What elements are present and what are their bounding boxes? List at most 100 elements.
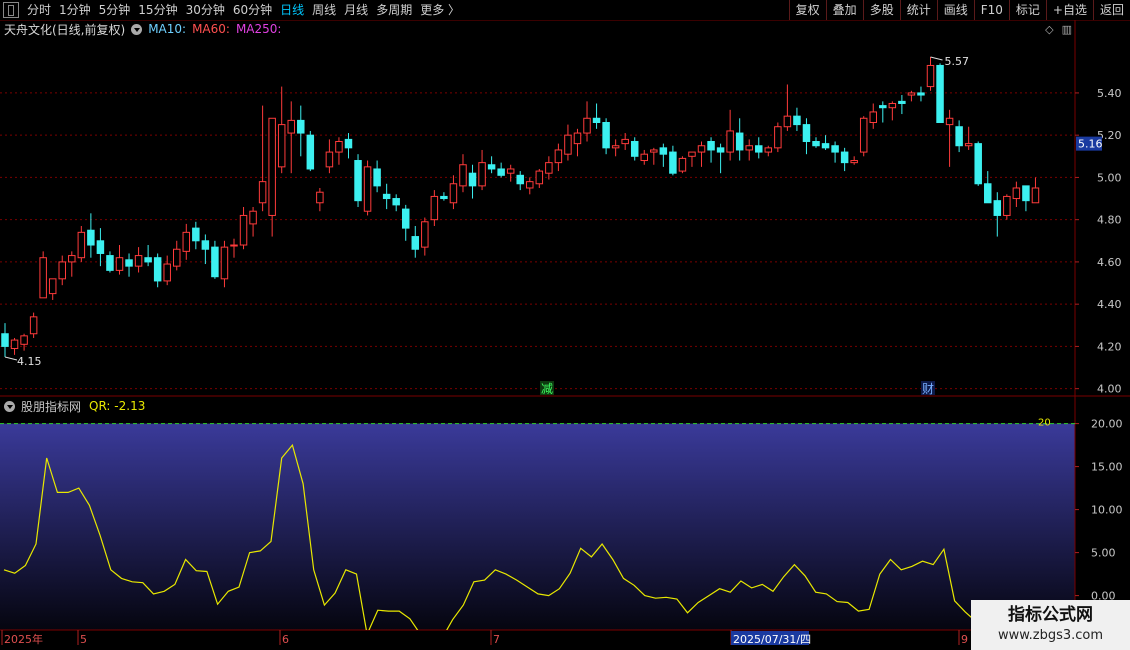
candle bbox=[48, 278, 57, 300]
candle-body-down bbox=[1, 333, 9, 347]
price-tick-label: 4.60 bbox=[1097, 256, 1122, 269]
diamond-icon[interactable]: ◇ bbox=[1045, 23, 1053, 36]
period-tab-6[interactable]: 日线 bbox=[276, 0, 308, 20]
candle bbox=[29, 312, 38, 338]
period-tab-2[interactable]: 5分钟 bbox=[95, 0, 135, 20]
candle-body-up bbox=[182, 231, 191, 252]
tool-button-2[interactable]: 多股 bbox=[862, 0, 900, 20]
candle-body-up bbox=[335, 141, 343, 153]
candle bbox=[879, 101, 887, 123]
period-tab-0[interactable]: 分时 bbox=[23, 0, 55, 20]
candle-body-down bbox=[936, 64, 944, 123]
period-tab-3[interactable]: 15分钟 bbox=[134, 0, 181, 20]
chart-corner-icons: ◇ ▥ bbox=[1045, 23, 1072, 36]
candle bbox=[20, 333, 28, 351]
period-tab-4[interactable]: 30分钟 bbox=[182, 0, 229, 20]
tool-button-0[interactable]: 复权 bbox=[788, 0, 826, 20]
candle bbox=[497, 162, 505, 178]
candle-body-down bbox=[354, 160, 362, 202]
tool-button-5[interactable]: F10 bbox=[973, 0, 1009, 20]
cursor-date-box bbox=[731, 631, 809, 645]
candle bbox=[764, 145, 773, 157]
candle-body-up bbox=[535, 170, 544, 185]
candle bbox=[134, 247, 143, 273]
candle-body-down bbox=[592, 117, 601, 123]
candle bbox=[172, 240, 181, 271]
candle bbox=[163, 255, 171, 286]
candle-body-up bbox=[583, 117, 591, 134]
tool-button-1[interactable]: 叠加 bbox=[825, 0, 863, 20]
layout-toggle-icon[interactable] bbox=[3, 2, 19, 18]
candle-body-up bbox=[888, 102, 897, 109]
candle bbox=[39, 251, 47, 299]
candle-body-up bbox=[230, 244, 238, 247]
candle-body-down bbox=[974, 143, 982, 185]
candle bbox=[316, 187, 324, 212]
candle bbox=[640, 149, 649, 165]
chevron-down-icon[interactable] bbox=[131, 23, 143, 35]
tool-button-3[interactable]: 统计 bbox=[899, 0, 937, 20]
candle bbox=[506, 164, 515, 182]
tool-button-8[interactable]: 返回 bbox=[1092, 0, 1130, 20]
candle bbox=[325, 139, 334, 174]
high-price-label: 5.57 bbox=[945, 55, 970, 68]
candle bbox=[220, 240, 229, 288]
candle bbox=[230, 238, 238, 258]
candle bbox=[1022, 185, 1030, 212]
candle-body-up bbox=[697, 145, 706, 153]
candle bbox=[421, 217, 429, 256]
panel-icon[interactable]: ▥ bbox=[1062, 23, 1072, 36]
candle bbox=[735, 118, 744, 161]
ma60-label: MA60: bbox=[192, 22, 230, 36]
candle bbox=[821, 135, 830, 150]
candle-body-up bbox=[39, 257, 47, 299]
candle bbox=[411, 226, 420, 258]
candle bbox=[440, 192, 448, 201]
period-tab-10[interactable]: 更多 〉 bbox=[416, 0, 464, 20]
chart-canvas[interactable]: 5.40 5.20 5.00 4.80 4.60 4.40 4.20 4.00 5.16 20.0… bbox=[0, 0, 1130, 650]
candle bbox=[1012, 181, 1021, 207]
indicator-name: 股朋指标网 bbox=[21, 399, 82, 414]
event-marker-text: 财 bbox=[922, 382, 934, 396]
period-tab-9[interactable]: 多周期 bbox=[372, 0, 416, 20]
candle-body-down bbox=[125, 259, 133, 267]
candle bbox=[449, 175, 458, 210]
tool-button-4[interactable]: 画线 bbox=[936, 0, 974, 20]
tool-button-7[interactable]: +自选 bbox=[1045, 0, 1093, 20]
stock-title: 天舟文化(日线,前复权) bbox=[4, 22, 126, 37]
candle-body-up bbox=[964, 143, 973, 147]
tool-button-6[interactable]: 标记 bbox=[1008, 0, 1046, 20]
qr-line bbox=[3, 443, 1041, 630]
period-tab-5[interactable]: 60分钟 bbox=[229, 0, 276, 20]
candle bbox=[192, 221, 200, 250]
candle-body-down bbox=[707, 141, 715, 151]
period-tab-7[interactable]: 周线 bbox=[308, 0, 340, 20]
candle bbox=[287, 101, 295, 174]
candle-body-down bbox=[344, 138, 353, 149]
candle bbox=[487, 156, 496, 174]
candle bbox=[478, 149, 486, 191]
price-tick-label: 4.40 bbox=[1097, 298, 1122, 311]
candle-body-up bbox=[249, 210, 257, 225]
candle-body-down bbox=[793, 115, 801, 126]
candle-body-up bbox=[621, 138, 629, 145]
candle-body-up bbox=[277, 124, 286, 168]
candle-body-up bbox=[783, 115, 792, 128]
candle bbox=[859, 116, 868, 157]
candle bbox=[564, 124, 572, 161]
candle bbox=[802, 118, 811, 155]
candle bbox=[955, 120, 963, 153]
candle bbox=[592, 103, 601, 129]
candle-body-down bbox=[144, 257, 152, 263]
candle-body-up bbox=[10, 339, 19, 350]
candle-body-up bbox=[764, 147, 773, 153]
period-tab-1[interactable]: 1分钟 bbox=[55, 0, 95, 20]
candle bbox=[430, 190, 439, 227]
period-tab-8[interactable]: 月线 bbox=[340, 0, 372, 20]
candle bbox=[354, 154, 362, 207]
qr-tick-label: 10.00 bbox=[1091, 504, 1123, 517]
chevron-down-icon[interactable] bbox=[4, 400, 15, 412]
candle-body-down bbox=[917, 92, 925, 96]
candle bbox=[611, 139, 620, 157]
candle bbox=[936, 63, 944, 123]
